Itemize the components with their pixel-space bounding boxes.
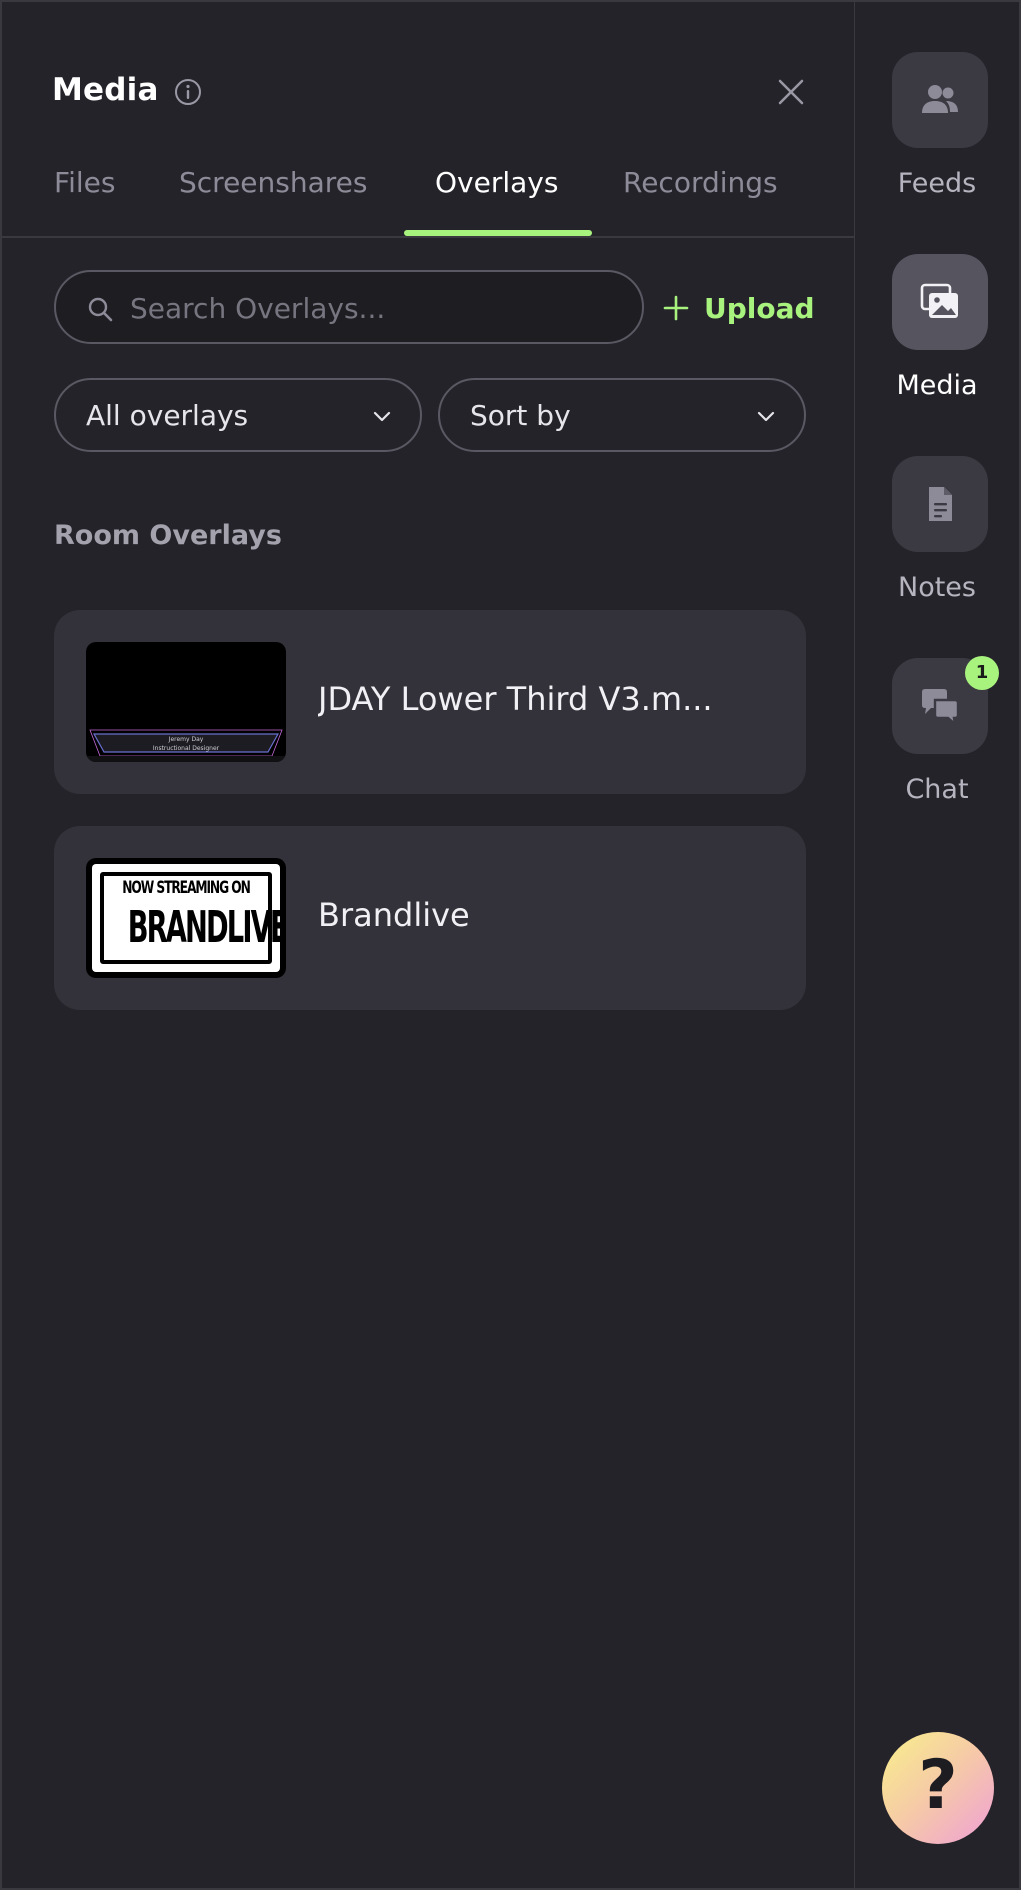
plus-icon (663, 295, 689, 321)
section-title: Room Overlays (54, 520, 282, 551)
image-icon (920, 283, 958, 318)
rail-item-chat[interactable]: 1 Chat (855, 656, 1019, 828)
media-tabs: Files Screenshares Overlays Recordings (2, 154, 854, 238)
sort-value: Sort by (470, 399, 571, 432)
thumbnail-tagline-text: NOW STREAMING ON (122, 878, 251, 898)
sort-dropdown[interactable]: Sort by (438, 378, 806, 452)
tab-files[interactable]: Files (54, 166, 115, 199)
chevron-down-icon (757, 411, 775, 422)
overlay-card[interactable]: NOW STREAMING ON BRANDLIVE Brandlive (54, 826, 806, 1010)
tab-screenshares[interactable]: Screenshares (179, 166, 367, 199)
search-box (54, 270, 644, 344)
rail-label: Feeds (897, 168, 977, 199)
help-button[interactable]: ? (882, 1732, 994, 1844)
side-rail: Feeds Media Notes 1 Chat (855, 2, 1019, 1888)
question-mark-icon: ? (918, 1746, 958, 1825)
info-icon[interactable] (174, 78, 202, 106)
rail-label: Chat (905, 774, 969, 805)
overlay-type-value: All overlays (86, 399, 249, 432)
thumbnail-brand-text: BRANDLIVE (127, 902, 286, 953)
rail-item-notes[interactable]: Notes (855, 456, 1019, 626)
rail-label: Media (896, 370, 978, 401)
overlay-name: JDAY Lower Third V3.m... (318, 680, 713, 718)
unread-badge: 1 (965, 656, 999, 690)
thumbnail-role-text: Instructional Designer (152, 745, 220, 752)
rail-button (892, 456, 988, 552)
overlay-name: Brandlive (318, 896, 470, 934)
active-tab-indicator (404, 230, 592, 236)
overlay-thumbnail: NOW STREAMING ON BRANDLIVE (86, 858, 286, 978)
document-icon (929, 487, 952, 521)
search-input[interactable] (128, 272, 622, 344)
app-window: Media Files Screenshares Overlays Record… (0, 0, 1021, 1890)
tab-recordings[interactable]: Recordings (623, 166, 778, 199)
media-panel: Media Files Screenshares Overlays Record… (2, 2, 855, 1888)
rail-label: Notes (898, 572, 976, 603)
lower-third-graphic (86, 729, 286, 762)
upload-label: Upload (704, 291, 815, 325)
rail-button (892, 52, 988, 148)
panel-title: Media (52, 72, 159, 108)
overlay-card[interactable]: Jeremy Day Instructional Designer JDAY L… (54, 610, 806, 794)
rail-button (892, 254, 988, 350)
brandlive-logo-bg: NOW STREAMING ON BRANDLIVE (92, 864, 286, 972)
search-icon (88, 297, 113, 322)
users-icon (922, 85, 958, 113)
rail-item-media[interactable]: Media (855, 254, 1019, 424)
chat-icon (922, 689, 960, 726)
overlay-type-dropdown[interactable]: All overlays (54, 378, 422, 452)
thumbnail-name-text: Jeremy Day (168, 736, 204, 743)
overlay-thumbnail: Jeremy Day Instructional Designer (86, 642, 286, 762)
tab-overlays[interactable]: Overlays (435, 166, 558, 199)
upload-button[interactable]: Upload (662, 286, 815, 330)
rail-item-feeds[interactable]: Feeds (855, 52, 1019, 222)
close-icon[interactable] (775, 76, 807, 108)
chevron-down-icon (373, 411, 391, 422)
